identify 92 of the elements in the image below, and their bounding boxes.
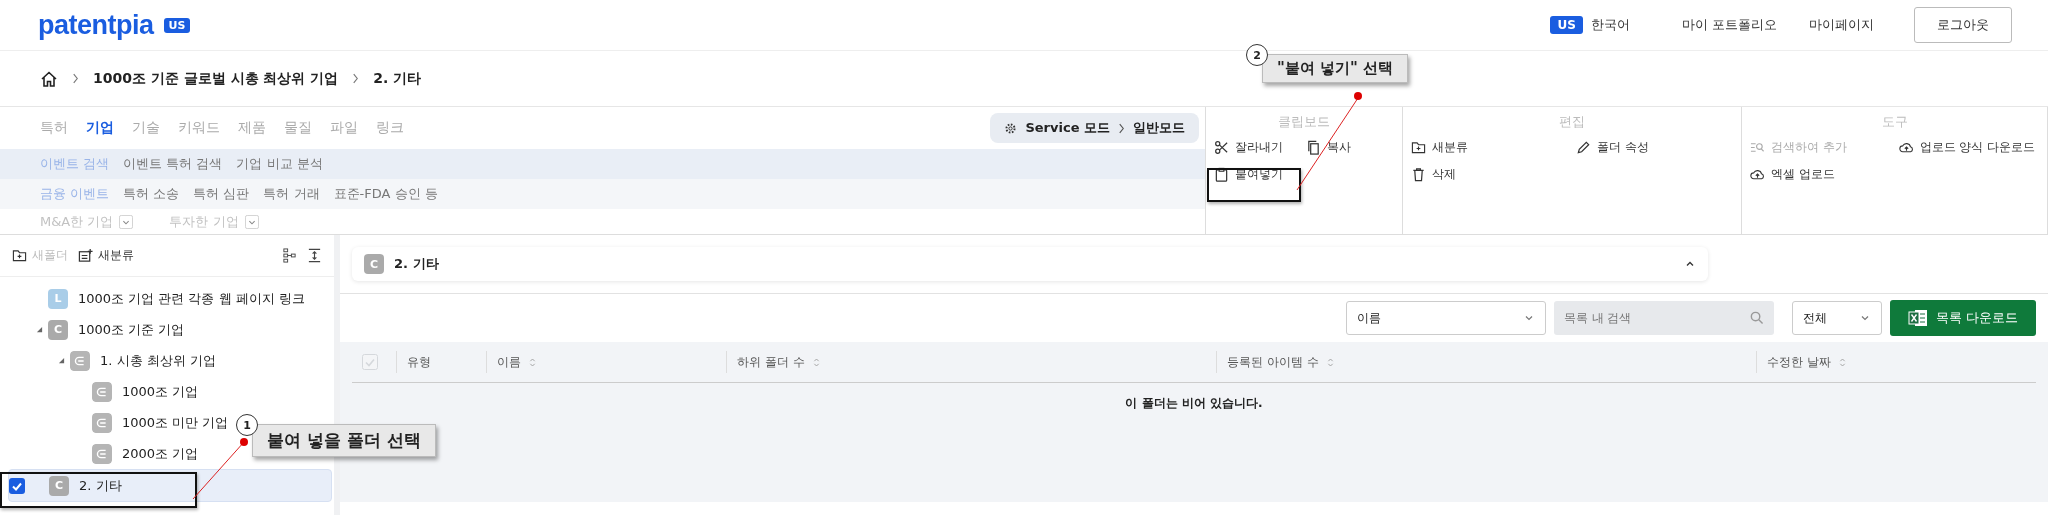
toolbar-button[interactable]: 엑셀 업로드	[1746, 164, 1895, 185]
folder-plus-icon	[12, 248, 27, 263]
tree-label: 1. 시총 최상위 기업	[100, 351, 216, 370]
expand-collapse-icon[interactable]	[307, 248, 322, 263]
chevron-right-icon	[352, 73, 360, 84]
tree-item[interactable]: 1000조 미만 기업	[8, 407, 233, 438]
expand-triangle-icon[interactable]	[35, 326, 43, 333]
folder-icon	[70, 350, 90, 371]
tree-item[interactable]: C 1000조 기준 기업	[8, 314, 189, 345]
expand-triangle-icon[interactable]	[57, 357, 65, 364]
step-number: 1	[236, 414, 258, 436]
tree-label: 1000조 기업	[122, 382, 199, 401]
category-badge: C	[364, 254, 384, 274]
group-title: 클립보드	[1277, 113, 1331, 131]
toolbar-button[interactable]: 삭제	[1407, 164, 1572, 185]
mode-label: 일반모드	[1133, 119, 1185, 137]
toolbar-button[interactable]: 잘라내기	[1210, 137, 1302, 158]
download-button[interactable]: 목록 다운로드	[1889, 300, 2036, 336]
folder-plus-icon	[1411, 140, 1426, 155]
category-badge: C	[49, 475, 69, 496]
column-header[interactable]: 등록된 아이템 수	[1227, 353, 1319, 371]
logout-button[interactable]: 로그아웃	[1914, 7, 2012, 43]
language-badge: US	[1550, 16, 1583, 34]
folder-title: 2. 기타	[394, 255, 439, 273]
toolbar-button[interactable]: 복사	[1302, 137, 1398, 158]
header-link[interactable]: 마이 포트폴리오	[1681, 16, 1777, 34]
step-number: 2	[1246, 44, 1268, 66]
chevron-right-icon	[1118, 122, 1125, 134]
mode-bar[interactable]: Service 모드 일반모드	[990, 113, 1199, 143]
tree-item[interactable]: L 1000조 기업 관련 각종 웹 페이지 링크	[8, 283, 309, 314]
tree-item[interactable]: 1000조 기업	[8, 376, 203, 407]
trash-icon	[1411, 167, 1426, 182]
tree-structure-icon[interactable]	[282, 248, 297, 263]
clipboard-icon	[1214, 167, 1229, 182]
scissors-icon	[1214, 140, 1229, 155]
search-icon	[1748, 310, 1764, 325]
column-header[interactable]: 유형	[407, 353, 431, 371]
sidebar-action[interactable]: 새분류	[78, 247, 134, 264]
pencil-icon	[1576, 140, 1591, 155]
folder-icon	[92, 381, 112, 402]
settings-icon	[1004, 121, 1018, 135]
empty-message: 이 폴더는 비어 있습니다.	[1125, 396, 1263, 410]
tree-label: 1000조 기업 관련 각종 웹 페이지 링크	[78, 289, 305, 308]
toolbar-button[interactable]: 붙여넣기	[1210, 164, 1302, 185]
link-badge: L	[48, 288, 68, 309]
tree-label: 2. 기타	[79, 476, 122, 495]
cloud-upload-icon	[1750, 167, 1765, 182]
callout-label: 붙여 넣을 폴더 선택	[252, 424, 436, 457]
filter-select[interactable]: 전체	[1791, 301, 1882, 335]
submenu-item[interactable]: 이벤트 특허 검색	[123, 155, 223, 173]
home-icon[interactable]	[40, 69, 58, 88]
search-list-icon	[1750, 140, 1765, 155]
search-field[interactable]: 목록 내 검색	[1553, 301, 1774, 335]
region-badge: US	[163, 17, 191, 33]
copy-icon	[1306, 140, 1321, 155]
spreadsheet-icon	[1907, 309, 1928, 327]
chevron-right-icon	[72, 73, 79, 84]
submenu-item[interactable]: 특허 거래	[263, 185, 320, 203]
language-link[interactable]: 한국어	[1590, 16, 1630, 34]
sort-select[interactable]: 이름	[1345, 301, 1546, 335]
tree-item[interactable]: 1. 시총 최상위 기업	[8, 345, 220, 376]
toolbar-button[interactable]: 업로드 양식 다운로드	[1894, 137, 2043, 158]
mode-label: Service 모드	[1025, 119, 1110, 137]
checkbox[interactable]	[362, 354, 378, 370]
column-header[interactable]: 하위 폴더 수	[737, 353, 805, 371]
list-plus-icon	[78, 248, 93, 263]
toolbar-button[interactable]: 새분류	[1407, 137, 1572, 158]
group-title: 편집	[1558, 113, 1586, 131]
logo[interactable]: patentpia	[38, 9, 154, 41]
breadcrumb-link[interactable]: 1000조 기준 글로벌 시총 최상위 기업	[93, 69, 339, 88]
category-badge: C	[48, 319, 68, 340]
folder-icon	[92, 443, 112, 464]
submenu-item[interactable]: 특허 소송	[123, 185, 180, 203]
submenu-item[interactable]: 기업 비교 분석	[236, 155, 323, 173]
tree-item[interactable]: 2000조 기업	[8, 438, 203, 469]
column-header[interactable]: 이름	[497, 353, 521, 371]
tree-label: 1000조 기준 기업	[78, 320, 185, 339]
menu-tab[interactable]: 기업	[86, 119, 114, 137]
submenu-item[interactable]: 표준-FDA 승인 등	[333, 185, 438, 203]
column-header[interactable]: 수정한 날짜	[1767, 353, 1831, 371]
group-title: 도구	[1880, 113, 1909, 131]
breadcrumb-link[interactable]: 2. 기타	[373, 69, 422, 88]
callout-label: "붙여 넣기" 선택	[1262, 54, 1409, 83]
folder-icon	[92, 412, 112, 433]
tree-label: 2000조 기업	[122, 444, 199, 463]
checkbox[interactable]	[9, 477, 25, 494]
toolbar-button[interactable]: 폴더 속성	[1572, 137, 1737, 158]
submenu-item[interactable]: 특허 심판	[193, 185, 250, 203]
tree-item[interactable]: C 2. 기타	[8, 469, 332, 502]
tree-label: 1000조 미만 기업	[122, 413, 229, 432]
header-link[interactable]: 마이페이지	[1809, 16, 1874, 34]
cloud-upload-icon	[1898, 140, 1914, 155]
